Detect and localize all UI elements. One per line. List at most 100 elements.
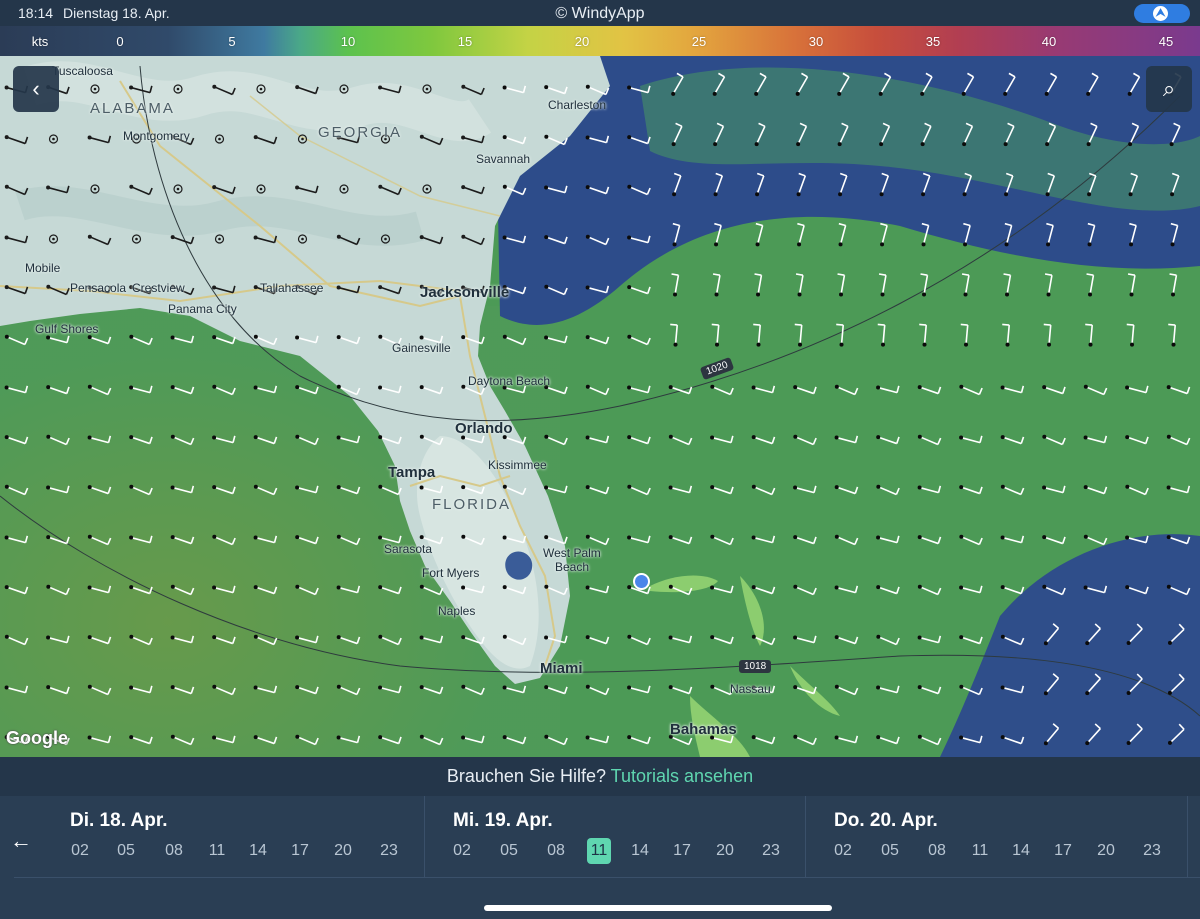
timeline-hour-selected[interactable]: 11 <box>587 838 611 864</box>
tutorials-link[interactable]: Tutorials ansehen <box>611 766 753 786</box>
wind-barb <box>1042 485 1066 494</box>
wind-barb <box>959 735 983 744</box>
timeline-hour[interactable]: 14 <box>625 842 655 860</box>
wind-barb <box>834 635 859 645</box>
wind-barb <box>87 485 112 495</box>
timeline-hour[interactable]: 08 <box>159 842 189 860</box>
wind-map[interactable]: ALABAMA GEORGIA FLORIDA Tuscaloosa Montg… <box>0 56 1200 757</box>
timeline-hour[interactable]: 02 <box>828 842 858 860</box>
timeline-hour[interactable]: 17 <box>1048 842 1078 860</box>
wind-barb <box>671 122 683 147</box>
wind-barb <box>876 484 900 496</box>
wind-barb <box>876 385 900 394</box>
wind-barb <box>1083 435 1108 444</box>
state-label-georgia: GEORGIA <box>318 124 403 141</box>
timeline-hour[interactable]: 08 <box>922 842 952 860</box>
timeline-hour[interactable]: 08 <box>541 842 571 860</box>
wind-barb <box>339 84 349 94</box>
wind-barb <box>170 434 195 446</box>
timeline-hour[interactable]: 20 <box>710 842 740 860</box>
timeline-hour[interactable]: 11 <box>202 842 232 860</box>
wind-barb <box>87 534 112 546</box>
timeline-hour[interactable]: 05 <box>875 842 905 860</box>
timeline-hour[interactable]: 23 <box>1137 842 1167 860</box>
timeline-hour[interactable]: 20 <box>328 842 358 860</box>
current-location-marker[interactable] <box>633 573 650 590</box>
timeline-hour[interactable]: 14 <box>1006 842 1036 860</box>
timeline-hour[interactable]: 11 <box>965 842 995 860</box>
timeline-hour[interactable]: 05 <box>494 842 524 860</box>
timeline-day-4 <box>1187 796 1200 878</box>
wind-barb <box>671 273 680 297</box>
wind-barb <box>295 685 319 695</box>
wind-barb <box>422 84 432 94</box>
wind-barb <box>1086 72 1099 96</box>
wind-barb <box>793 434 817 446</box>
timeline-hour[interactable]: 17 <box>667 842 697 860</box>
wind-barb <box>672 222 681 247</box>
wind-barb <box>1170 172 1180 197</box>
timeline-hour[interactable]: 14 <box>243 842 273 860</box>
wind-barb <box>751 585 776 595</box>
wind-barb <box>585 534 610 546</box>
wind-barb <box>668 685 693 695</box>
wind-barb <box>170 335 195 344</box>
wind-barb <box>4 235 29 244</box>
timeline-hour[interactable]: 17 <box>285 842 315 860</box>
state-label-florida: FLORIDA <box>432 496 512 513</box>
wind-barb <box>1000 484 1025 496</box>
timeline-hour[interactable]: 05 <box>111 842 141 860</box>
wind-barb <box>1125 535 1149 544</box>
city-miami: Miami <box>540 660 583 677</box>
wind-barb <box>1170 222 1179 247</box>
wind-barb <box>212 485 236 495</box>
wind-barb <box>917 535 942 545</box>
wind-barb <box>212 534 236 546</box>
timeline-hour[interactable]: 20 <box>1091 842 1121 860</box>
wind-barb <box>297 134 308 144</box>
wind-barb <box>170 385 195 395</box>
wind-barb <box>336 735 361 744</box>
wind-barb <box>879 122 891 147</box>
wind-barb <box>627 235 651 244</box>
wind-barb <box>1085 623 1101 646</box>
city-tallahassee: Tallahassee <box>260 281 324 295</box>
wind-barb <box>544 434 568 446</box>
back-button[interactable]: ‹ <box>13 66 59 112</box>
timeline-hour[interactable]: 23 <box>374 842 404 860</box>
wind-barb <box>170 235 195 245</box>
wind-barb <box>668 485 693 494</box>
wind-barb <box>1004 222 1013 247</box>
wind-barb <box>921 222 930 247</box>
timeline-hour[interactable]: 02 <box>447 842 477 860</box>
wind-barb <box>461 185 485 195</box>
wind-barb <box>876 535 900 544</box>
wind-barb <box>378 585 402 595</box>
location-status-pill[interactable]: ⮝ <box>1134 4 1190 23</box>
wind-barb <box>838 172 848 197</box>
wind-barb <box>1169 122 1181 147</box>
wind-barb <box>627 285 651 295</box>
wind-barb <box>419 584 444 596</box>
wind-barb <box>834 585 859 594</box>
wind-barb <box>754 273 763 297</box>
wind-barb <box>1129 222 1137 247</box>
wind-barb <box>87 635 112 645</box>
wind-barb <box>212 384 236 396</box>
wind-barb <box>129 535 153 544</box>
wind-barb <box>793 734 817 746</box>
wind-barb <box>295 335 319 344</box>
search-button[interactable]: ⌕ <box>1146 66 1192 112</box>
wind-barb <box>834 384 859 396</box>
wind-barb <box>1083 485 1108 495</box>
wind-barb <box>1166 535 1191 545</box>
timeline-hour[interactable]: 02 <box>65 842 95 860</box>
wind-barb <box>380 234 391 244</box>
wind-barb <box>295 85 319 95</box>
wind-barb <box>1043 323 1052 347</box>
wind-barb <box>876 585 900 595</box>
wind-barb <box>419 635 444 644</box>
wind-barb <box>713 122 725 147</box>
wind-barb <box>671 72 684 96</box>
timeline-hour[interactable]: 23 <box>756 842 786 860</box>
